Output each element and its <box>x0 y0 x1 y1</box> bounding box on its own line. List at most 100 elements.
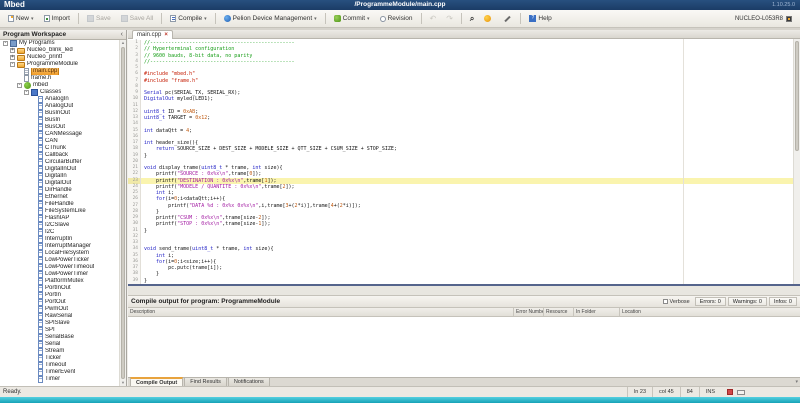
editor-scrollbar[interactable] <box>793 39 800 284</box>
tree-expander-icon[interactable]: + <box>10 48 15 53</box>
format-code-button[interactable] <box>499 12 516 25</box>
new-button[interactable]: New▾ <box>4 12 38 25</box>
commit-button[interactable]: Commit▾ <box>330 12 374 25</box>
tree-item-digitalinout[interactable]: DigitalInOut <box>0 166 119 173</box>
tree-item-interruptmanager[interactable]: InterruptManager <box>0 243 119 250</box>
tree-item-circularbuffer[interactable]: CircularBuffer <box>0 159 119 166</box>
tree-item-portout[interactable]: PortOut <box>0 299 119 306</box>
scroll-up-icon[interactable]: ▲ <box>120 40 126 46</box>
tree-item-digitalin[interactable]: DigitalIn <box>0 173 119 180</box>
tree-item-analogout[interactable]: AnalogOut <box>0 103 119 110</box>
close-tab-icon[interactable]: × <box>164 32 168 38</box>
output-column-headers: DescriptionError NumberResourceIn Folder… <box>128 308 800 317</box>
column-header-resource[interactable]: Resource <box>544 308 574 316</box>
tree-item-mbed[interactable]: -mbed <box>0 82 119 89</box>
tree-item-interruptin[interactable]: InterruptIn <box>0 236 119 243</box>
pelion-device-management-button[interactable]: Pelion Device Management▾ <box>220 12 321 25</box>
tree-item-my-programs[interactable]: -My Programs <box>0 40 119 47</box>
code-token: "CSUM : 0x%x\n" <box>177 215 222 221</box>
column-header-in-folder[interactable]: In Folder <box>574 308 620 316</box>
find-button[interactable]: ⌕ <box>466 12 478 25</box>
tree-item-stream[interactable]: Stream <box>0 348 119 355</box>
compile-button[interactable]: Compile▾ <box>166 12 210 25</box>
tree-item-timerevent[interactable]: TimerEvent <box>0 369 119 376</box>
tree-item-portin[interactable]: PortIn <box>0 292 119 299</box>
tree-item-dirhandle[interactable]: DirHandle <box>0 187 119 194</box>
save-all-button[interactable]: Save All <box>117 12 158 25</box>
tab-find-results[interactable]: Find Results <box>184 377 227 386</box>
tree-expander-icon[interactable]: + <box>10 55 15 60</box>
verbose-toggle[interactable]: Verbose <box>663 299 690 305</box>
tree-item-main-cpp[interactable]: main.cpp <box>0 68 119 75</box>
tree-item-spislave[interactable]: SPISlave <box>0 320 119 327</box>
revision-button[interactable]: Revision <box>376 12 417 25</box>
tree-expander-icon[interactable]: - <box>3 41 8 46</box>
tree-item-serialbase[interactable]: SerialBase <box>0 334 119 341</box>
tree-item-can[interactable]: CAN <box>0 138 119 145</box>
tree-item-localfilesystem[interactable]: LocalFileSystem <box>0 250 119 257</box>
code-text: } <box>141 278 147 284</box>
tree-item-nucleo-blink-led[interactable]: +Nucleo_blink_led <box>0 47 119 54</box>
code-area[interactable]: 1//-------------------------------------… <box>128 39 793 284</box>
tree-item-timer[interactable]: Timer <box>0 376 119 383</box>
panel-splitter[interactable] <box>128 284 800 295</box>
save-button[interactable]: Save <box>83 12 115 25</box>
tree-item-cthunk[interactable]: CThunk <box>0 145 119 152</box>
tree-item-callback[interactable]: Callback <box>0 152 119 159</box>
tree-item-lowpowertimeout[interactable]: LowPowerTimeout <box>0 264 119 271</box>
tree-item-programmemodule[interactable]: -ProgrammeModule <box>0 61 119 68</box>
tree-item-pwmout[interactable]: PwmOut <box>0 306 119 313</box>
tree-item-busin[interactable]: BusIn <box>0 117 119 124</box>
tree-item-i2cslave[interactable]: I2CSlave <box>0 222 119 229</box>
tree-expander-icon[interactable]: - <box>24 90 29 95</box>
tree-item-canmessage[interactable]: CANMessage <box>0 131 119 138</box>
sidebar-scrollbar[interactable]: ▲ ▼ <box>119 40 126 386</box>
tab-main-cpp[interactable]: main.cpp × <box>132 30 173 39</box>
tree-expander-icon[interactable]: - <box>10 62 15 67</box>
compile-all-button[interactable] <box>480 12 497 25</box>
redo-button[interactable]: ↷ <box>442 12 457 25</box>
help-button[interactable]: ?Help <box>525 12 555 25</box>
class-icon <box>38 96 43 103</box>
tree-item-filehandle[interactable]: FileHandle <box>0 201 119 208</box>
tree-item-lowpowerticker[interactable]: LowPowerTicker <box>0 257 119 264</box>
keyboard-status-icon[interactable] <box>737 390 745 395</box>
undo-button[interactable]: ↶ <box>426 12 441 25</box>
tree-item-portinout[interactable]: PortInOut <box>0 285 119 292</box>
collapse-sidebar-icon[interactable]: ‹ <box>121 30 123 40</box>
tree-item-analogin[interactable]: AnalogIn <box>0 96 119 103</box>
code-token: for <box>156 196 165 202</box>
column-header-location[interactable]: Location <box>620 308 800 316</box>
editor-scrollbar-thumb[interactable] <box>795 41 799 151</box>
import-button[interactable]: Import <box>40 12 74 25</box>
column-header-description[interactable]: Description <box>128 308 514 316</box>
tree-item-serial[interactable]: Serial <box>0 341 119 348</box>
tree-item-classes[interactable]: -Classes <box>0 89 119 96</box>
tab-compile-output[interactable]: Compile Output <box>130 377 183 386</box>
help-icon: ? <box>529 15 536 22</box>
tree-item-ethernet[interactable]: Ethernet <box>0 194 119 201</box>
verbose-checkbox[interactable] <box>663 299 668 304</box>
tree-item-lowpowertimer[interactable]: LowPowerTimer <box>0 271 119 278</box>
tree-item-filesystemlike[interactable]: FileSystemLike <box>0 208 119 215</box>
tree-item-spi[interactable]: SPI <box>0 327 119 334</box>
tree-expander-icon[interactable]: - <box>17 83 22 88</box>
platform-selector-button[interactable]: NUCLEO-L053R8 <box>731 12 796 25</box>
sidebar-scrollbar-thumb[interactable] <box>121 47 125 379</box>
tree-item-platformmutex[interactable]: PlatformMutex <box>0 278 119 285</box>
tree-item-flashiap[interactable]: FlashIAP <box>0 215 119 222</box>
output-tabs-overflow-icon[interactable]: ▾ <box>795 379 798 385</box>
tree-item-i2c[interactable]: I2C <box>0 229 119 236</box>
tree-item-nucleo-printf[interactable]: +Nucleo_printf <box>0 54 119 61</box>
tree-item-timeout[interactable]: Timeout <box>0 362 119 369</box>
tree-item-businout[interactable]: BusInOut <box>0 110 119 117</box>
column-header-error-number[interactable]: Error Number <box>514 308 544 316</box>
tree-item-ticker[interactable]: Ticker <box>0 355 119 362</box>
tab-notifications[interactable]: Notifications <box>228 377 270 386</box>
tree-item-digitalout[interactable]: DigitalOut <box>0 180 119 187</box>
code-token: dataQtt = <box>153 128 186 134</box>
output-table-body[interactable] <box>128 317 800 377</box>
tree-item-frame-h[interactable]: frame.h <box>0 75 119 82</box>
tree-item-rawserial[interactable]: RawSerial <box>0 313 119 320</box>
tree-item-busout[interactable]: BusOut <box>0 124 119 131</box>
